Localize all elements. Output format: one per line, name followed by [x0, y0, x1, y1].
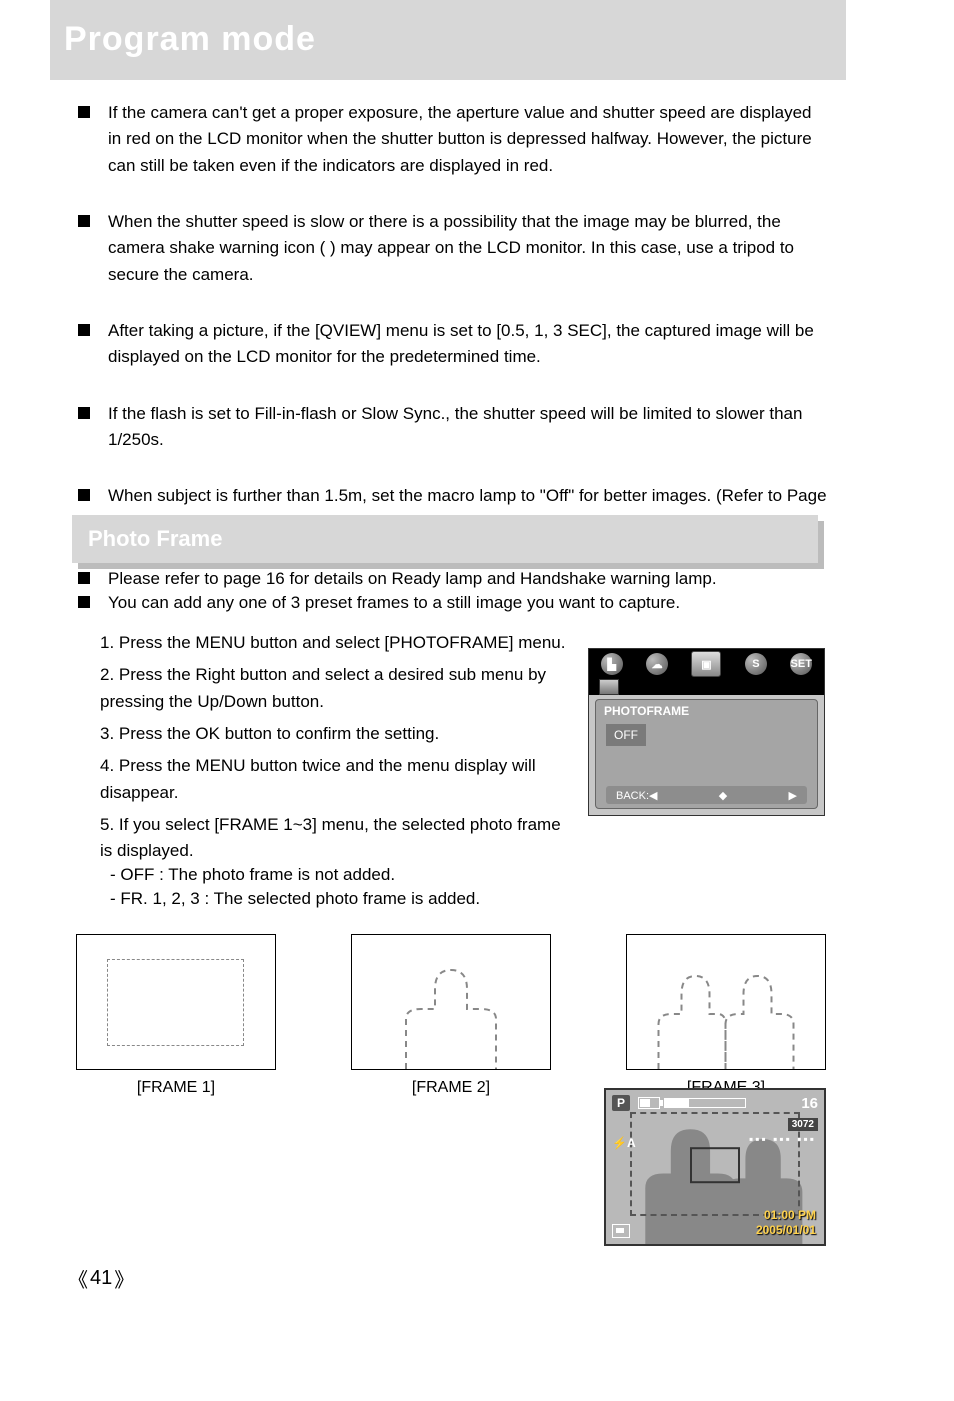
step-list: 1. Press the MENU button and select [PHO… — [100, 630, 570, 871]
bullet-icon — [78, 407, 90, 419]
submenu-level-icon — [599, 679, 619, 695]
tab-icon-cloud-icon[interactable]: ☁ — [646, 653, 668, 675]
step-item: 4. Press the MENU button twice and the m… — [100, 753, 570, 806]
page-bracket-right-icon: 》 — [114, 1264, 134, 1293]
menu-footer-back[interactable]: BACK:◀ — [616, 789, 657, 802]
frame-3-box: [FRAME 3] — [626, 934, 826, 1070]
memory-card-icon — [612, 1224, 630, 1238]
bullet-text: If the camera can't get a proper exposur… — [108, 100, 828, 179]
menu-footer: BACK:◀ ◆ ▶ — [606, 786, 807, 804]
frame-1-box: [FRAME 1] — [76, 934, 276, 1070]
flash-auto-icon: ⚡A — [612, 1136, 636, 1150]
bullet-item: When the shutter speed is slow or there … — [78, 209, 828, 288]
step-item: 2. Press the Right button and select a d… — [100, 662, 570, 715]
frame-2-box: [FRAME 2] — [351, 934, 551, 1070]
mode-badge: P — [612, 1095, 630, 1111]
menu-tabs: ▙ ☁ ▣ S SET — [589, 651, 824, 677]
page-header-banner: Program mode — [50, 0, 846, 80]
autofocus-box-icon — [690, 1147, 740, 1183]
menu-panel-title: PHOTOFRAME — [604, 704, 689, 718]
option-off: - OFF : The photo frame is not added. — [110, 865, 830, 885]
bullet-item: If the flash is set to Fill-in-flash or … — [78, 401, 828, 454]
bullet-item: You can add any one of 3 preset frames t… — [78, 590, 828, 616]
lcd-top-row: P 16 — [612, 1094, 818, 1112]
bullet-item: After taking a picture, if the [QVIEW] m… — [78, 318, 828, 371]
tab-icon-set-icon[interactable]: SET — [790, 653, 812, 675]
options-list: - OFF : The photo frame is not added. - … — [110, 865, 830, 913]
page-title: Program mode — [64, 20, 316, 59]
resolution-badge: 3072 — [788, 1118, 818, 1131]
tab-icon-histogram-icon[interactable]: ▙ — [601, 653, 623, 675]
bullet-icon — [78, 215, 90, 227]
bullet-icon — [78, 489, 90, 501]
bullet-icon — [78, 596, 90, 608]
menu-row-off[interactable]: OFF — [606, 724, 646, 746]
bullet-text: When the shutter speed is slow or there … — [108, 209, 828, 288]
shots-remaining: 16 — [801, 1095, 818, 1112]
frame-examples: [FRAME 1] [FRAME 2] [FRAME 3] — [76, 934, 826, 1070]
frame-1-label: [FRAME 1] — [77, 1079, 275, 1097]
quality-icon: ▪▪▪ ▪▪▪ ▪▪▪ — [749, 1136, 816, 1142]
camera-lcd-screenshot: P 16 3072 ▪▪▪ ▪▪▪ ▪▪▪ ⚡A 01:00 PM 2005/0… — [604, 1088, 826, 1246]
tab-icon-frame-icon[interactable]: ▣ — [691, 651, 721, 677]
bullet-text: If the flash is set to Fill-in-flash or … — [108, 401, 828, 454]
step-item: 5. If you select [FRAME 1~3] menu, the s… — [100, 812, 570, 865]
bullet-text: After taking a picture, if the [QVIEW] m… — [108, 318, 828, 371]
tab-icon-special-icon[interactable]: S — [745, 653, 767, 675]
section-title: Photo Frame — [72, 515, 818, 563]
bullet-icon — [78, 572, 90, 584]
page-number-value: 41 — [90, 1267, 112, 1290]
section-header: Photo Frame — [72, 515, 824, 573]
battery-icon — [638, 1097, 660, 1109]
lcd-time: 01:00 PM — [764, 1208, 816, 1222]
page: Program mode If the camera can't get a p… — [0, 0, 954, 1401]
bullet-icon — [78, 106, 90, 118]
bullet-text: You can add any one of 3 preset frames t… — [108, 590, 680, 616]
menu-top-bar: ▙ ☁ ▣ S SET — [589, 649, 824, 695]
lcd-date: 2005/01/01 — [756, 1223, 816, 1237]
option-frames: - FR. 1, 2, 3 : The selected photo frame… — [110, 889, 830, 909]
menu-footer-next-icon[interactable]: ▶ — [789, 789, 797, 802]
frame-3-silhouette-icon — [654, 964, 799, 1069]
menu-footer-nav-icon[interactable]: ◆ — [719, 789, 727, 802]
frame-2-label: [FRAME 2] — [352, 1079, 550, 1097]
page-number: 《 41 》 — [68, 1264, 134, 1293]
frame-1-dashed-area — [107, 959, 244, 1046]
zoom-bar-icon — [664, 1098, 746, 1108]
page-bracket-left-icon: 《 — [68, 1264, 88, 1293]
step-item: 3. Press the OK button to confirm the se… — [100, 721, 570, 747]
camera-menu-screenshot: ▙ ☁ ▣ S SET PHOTOFRAME OFF BACK:◀ ◆ ▶ — [588, 648, 825, 816]
frame-2-silhouette-icon — [401, 964, 501, 1069]
bullet-item: If the camera can't get a proper exposur… — [78, 100, 828, 179]
bullet-icon — [78, 324, 90, 336]
step-item: 1. Press the MENU button and select [PHO… — [100, 630, 570, 656]
menu-panel: PHOTOFRAME OFF BACK:◀ ◆ ▶ — [595, 699, 818, 809]
